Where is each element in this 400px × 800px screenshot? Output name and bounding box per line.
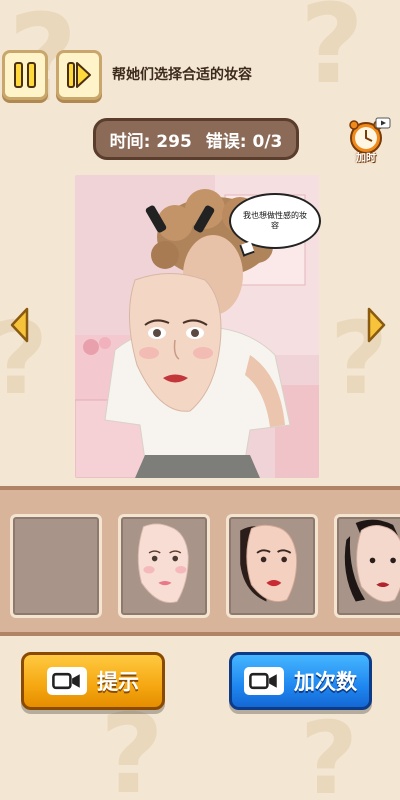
error-count: 错误: 0/3 xyxy=(205,131,283,152)
video-icon xyxy=(244,667,284,695)
face-mask-icon xyxy=(137,523,189,603)
skip-button[interactable] xyxy=(56,50,102,100)
time-remaining: 时间: 295 xyxy=(109,131,192,152)
pause-button[interactable] xyxy=(2,50,48,100)
add-count-button[interactable]: 加次数 xyxy=(229,652,372,710)
speech-bubble: 我也想做性感的妆容 xyxy=(229,193,321,249)
skip-icon xyxy=(67,62,91,88)
makeup-option-3[interactable] xyxy=(334,514,400,618)
makeup-option-1[interactable] xyxy=(118,514,210,618)
arrow-right-icon[interactable] xyxy=(366,306,388,344)
makeup-shelf xyxy=(0,486,400,636)
makeup-option-2[interactable] xyxy=(226,514,318,618)
face-mask-icon xyxy=(240,524,298,602)
add-count-label: 加次数 xyxy=(294,670,357,694)
add-time-button[interactable]: 加时 xyxy=(344,116,392,164)
level-title: 帮她们选择合适的妆容 xyxy=(112,67,252,83)
video-icon xyxy=(47,667,87,695)
hint-button[interactable]: 提示 xyxy=(21,652,165,710)
pause-icon xyxy=(14,62,36,88)
makeup-slot-empty[interactable] xyxy=(10,514,102,618)
top-bar: 帮她们选择合适的妆容 xyxy=(0,50,400,104)
add-time-label: 加时 xyxy=(356,153,376,164)
arrow-left-icon[interactable] xyxy=(8,306,30,344)
status-bar: 时间: 295 错误: 0/3 xyxy=(93,118,299,160)
hint-label: 提示 xyxy=(97,670,139,694)
face-mask-icon xyxy=(344,519,400,603)
